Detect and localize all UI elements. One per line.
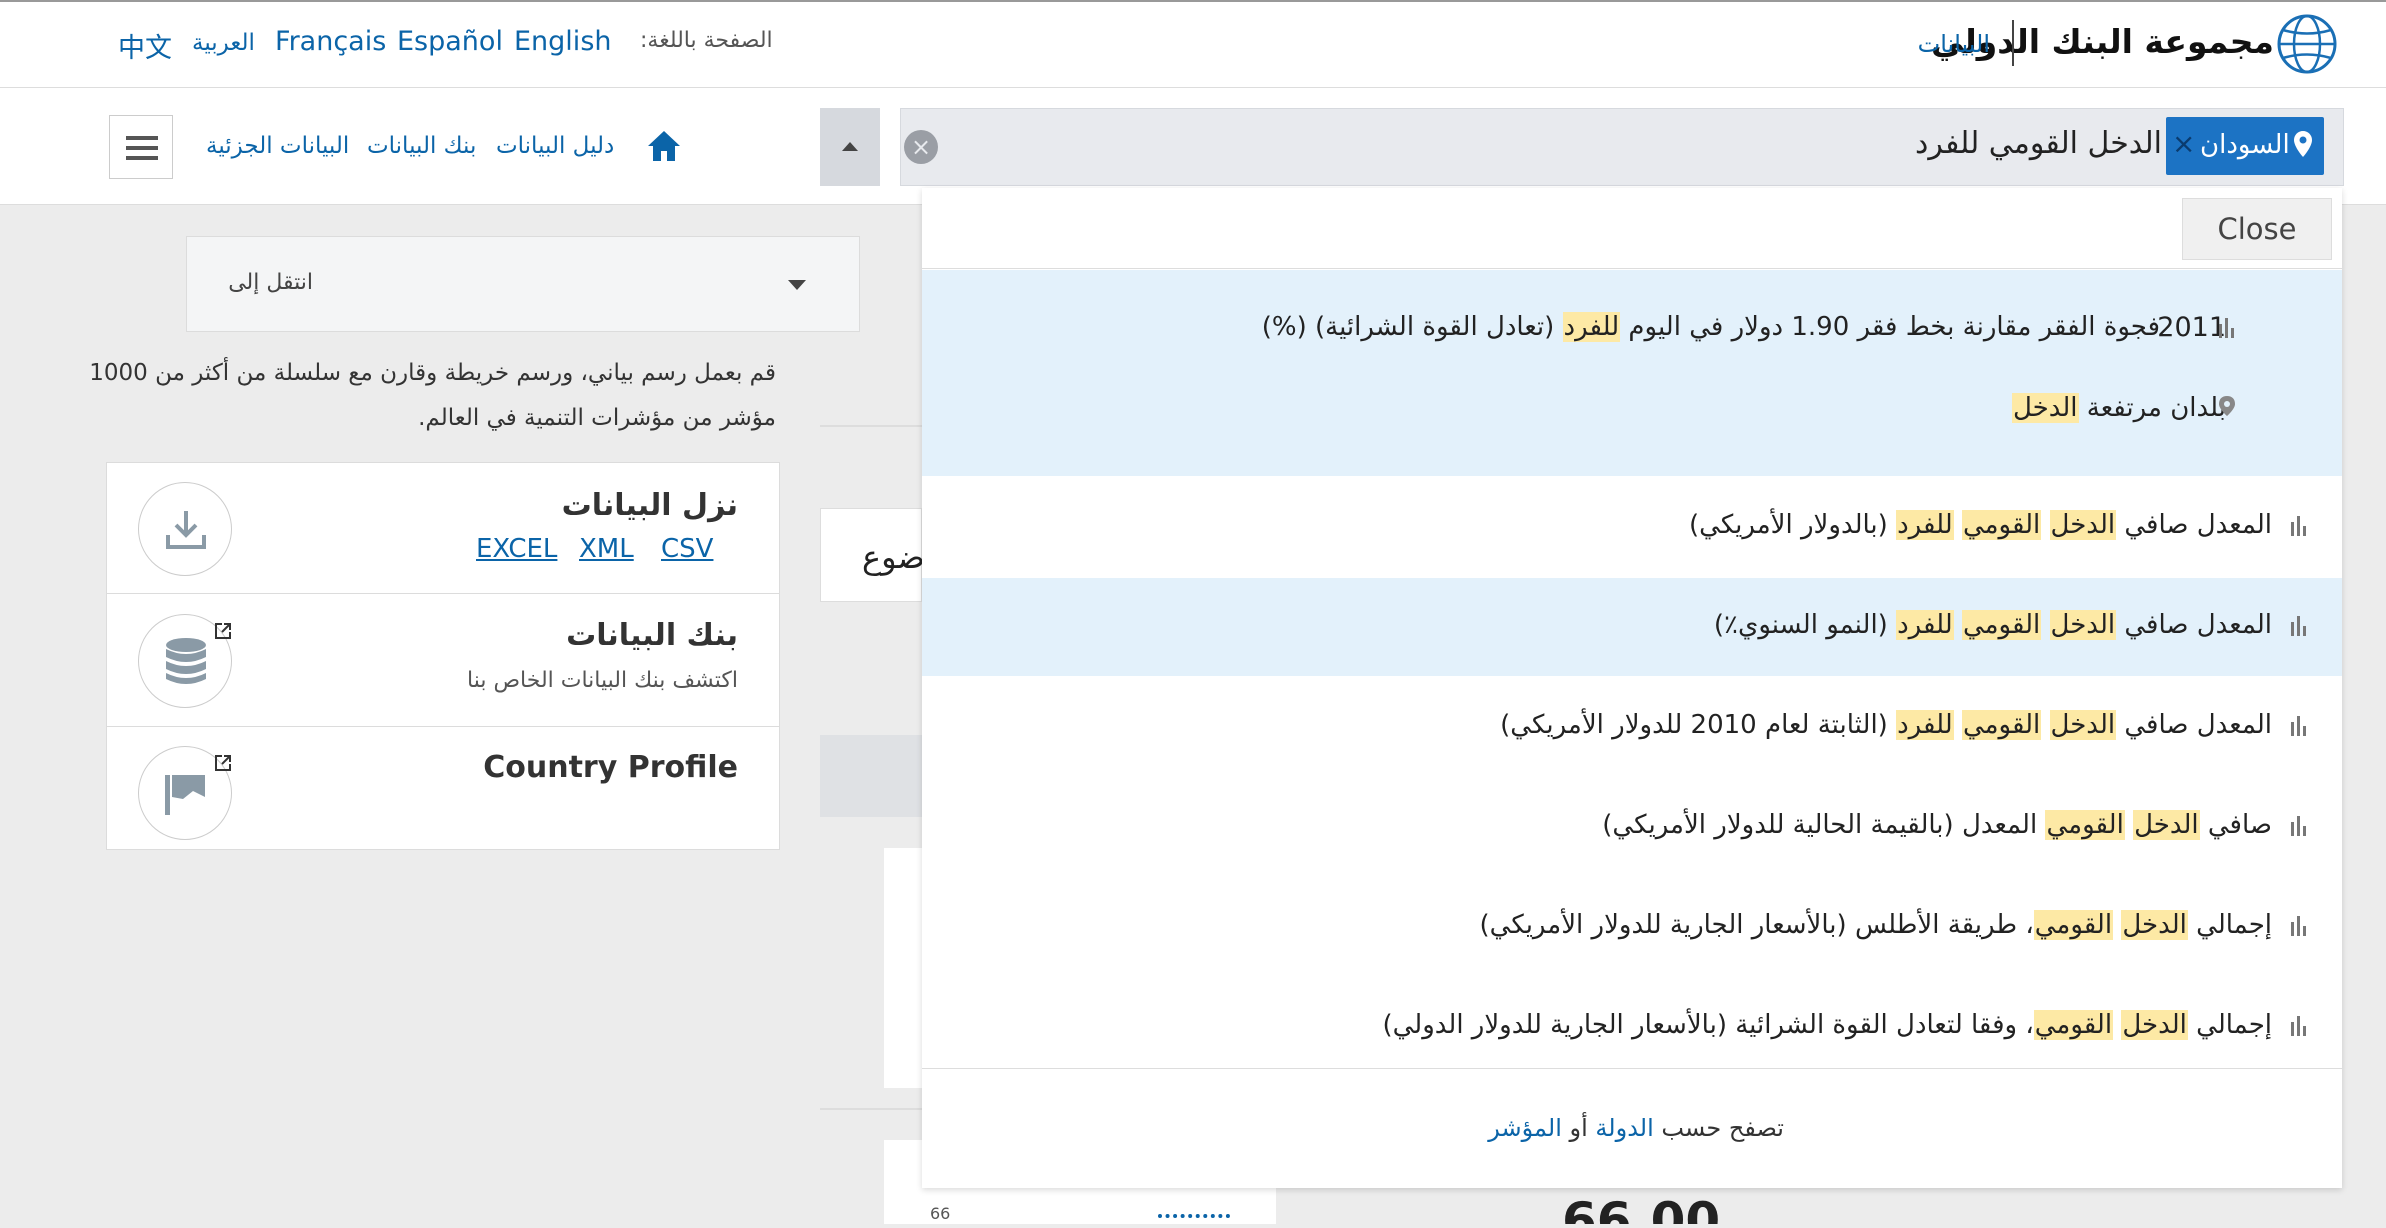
indicator-bar-icon — [2219, 318, 2234, 338]
home-icon[interactable] — [646, 128, 682, 164]
download-title: نزل البيانات — [561, 488, 738, 523]
download-icon[interactable] — [138, 482, 232, 576]
language-label: الصفحة باللغة: — [640, 28, 773, 53]
card-divider — [106, 726, 780, 727]
indicator-bar-icon — [2291, 716, 2306, 736]
bg-partial-value: 66.00 — [1562, 1196, 1720, 1224]
xml-link[interactable]: XML — [579, 534, 634, 564]
nav-microdata[interactable]: البيانات الجزئية — [206, 133, 349, 159]
data-link[interactable]: البيانات — [1918, 30, 1990, 58]
external-link-icon — [215, 755, 231, 771]
browse-footer: تصفح حسب الدولة أو المؤشر — [1488, 1114, 1784, 1142]
card-divider — [106, 593, 780, 594]
excel-link[interactable]: EXCEL — [476, 534, 557, 564]
indicator-bar-icon — [2291, 616, 2306, 636]
databank-title[interactable]: بنك البيانات — [566, 618, 738, 653]
remove-chip-icon[interactable]: × — [2172, 130, 2195, 158]
location-pin-icon — [2219, 396, 2235, 416]
databank-subtitle: اكتشف بنك البيانات الخاص بنا — [466, 668, 738, 693]
lang-french[interactable]: Français — [275, 26, 386, 57]
close-button[interactable]: Close — [2182, 198, 2332, 260]
external-link-icon — [215, 623, 231, 639]
bg-gray-bar — [820, 735, 922, 817]
hamburger-menu-button[interactable] — [109, 115, 173, 179]
indicator-bar-icon — [2291, 916, 2306, 936]
lang-chinese[interactable]: 中文 — [118, 26, 172, 65]
or-label: أو — [1569, 1114, 1588, 1142]
csv-link[interactable]: CSV — [661, 534, 713, 564]
browse-by-label: تصفح حسب — [1661, 1114, 1784, 1142]
top-suggestion-year: 2011 — [2157, 312, 2226, 343]
country-chip-label: السودان — [2200, 130, 2290, 160]
result-item[interactable]: المعدل صافي الدخل القومي للفرد (النمو ال… — [1714, 610, 2272, 640]
bg-partial-text: ضوع — [862, 538, 925, 576]
result-item[interactable]: إجمالي الدخل القومي، طريقة الأطلس (بالأس… — [1480, 910, 2272, 940]
lang-arabic[interactable]: العربية — [192, 30, 255, 56]
bg-small-number: 66 — [930, 1204, 951, 1223]
clear-search-icon[interactable]: × — [904, 130, 938, 164]
dropdown-footer-divider — [922, 1068, 2342, 1069]
top-suggestion[interactable] — [922, 270, 2342, 476]
nav-databank[interactable]: بنك البيانات — [367, 133, 476, 159]
bg-divider — [820, 1108, 922, 1110]
jump-to-label: انتقل إلى — [228, 270, 313, 295]
indicator-bar-icon — [2291, 1016, 2306, 1036]
brand-divider — [2012, 20, 2014, 66]
top-suggestion-country: بلدان مرتفعة الدخل — [2011, 393, 2226, 423]
lang-english[interactable]: English — [514, 26, 612, 57]
description-line-2: مؤشر من مؤشرات التنمية في العالم. — [418, 405, 776, 431]
top-suggestion-indicator: فجوة الفقر مقارنة بخط فقر 1.90 دولار في … — [1261, 312, 2160, 342]
result-item[interactable]: صافي الدخل القومي المعدل (بالقيمة الحالي… — [1602, 810, 2272, 840]
collapse-arrow-button[interactable] — [820, 108, 880, 186]
nav-data-catalog[interactable]: دليل البيانات — [496, 133, 614, 159]
result-item[interactable]: المعدل صافي الدخل القومي للفرد (الثابتة … — [1500, 710, 2272, 740]
search-input[interactable]: الدخل القومي للفرد — [1915, 126, 2162, 161]
browse-country-link[interactable]: الدولة — [1595, 1114, 1653, 1142]
bg-divider — [820, 425, 922, 427]
dropdown-divider — [922, 268, 2342, 269]
chevron-down-icon — [788, 280, 806, 290]
result-item[interactable]: المعدل صافي الدخل القومي للفرد (بالدولار… — [1689, 510, 2272, 540]
location-pin-icon — [2294, 131, 2312, 157]
indicator-bar-icon — [2291, 816, 2306, 836]
indicator-bar-icon — [2291, 516, 2306, 536]
description-line-1: قم بعمل رسم بياني، ورسم خريطة وقارن مع س… — [89, 360, 776, 386]
bg-panel — [884, 848, 922, 1088]
result-item[interactable]: إجمالي الدخل القومي، وفقا لتعادل القوة ا… — [1382, 1010, 2272, 1040]
browse-indicator-link[interactable]: المؤشر — [1488, 1114, 1562, 1142]
lang-spanish[interactable]: Español — [397, 26, 503, 57]
world-bank-globe-icon[interactable] — [2276, 13, 2338, 75]
bg-dotted-mark — [1158, 1214, 1230, 1228]
country-profile-title[interactable]: Country Profile — [483, 750, 738, 785]
